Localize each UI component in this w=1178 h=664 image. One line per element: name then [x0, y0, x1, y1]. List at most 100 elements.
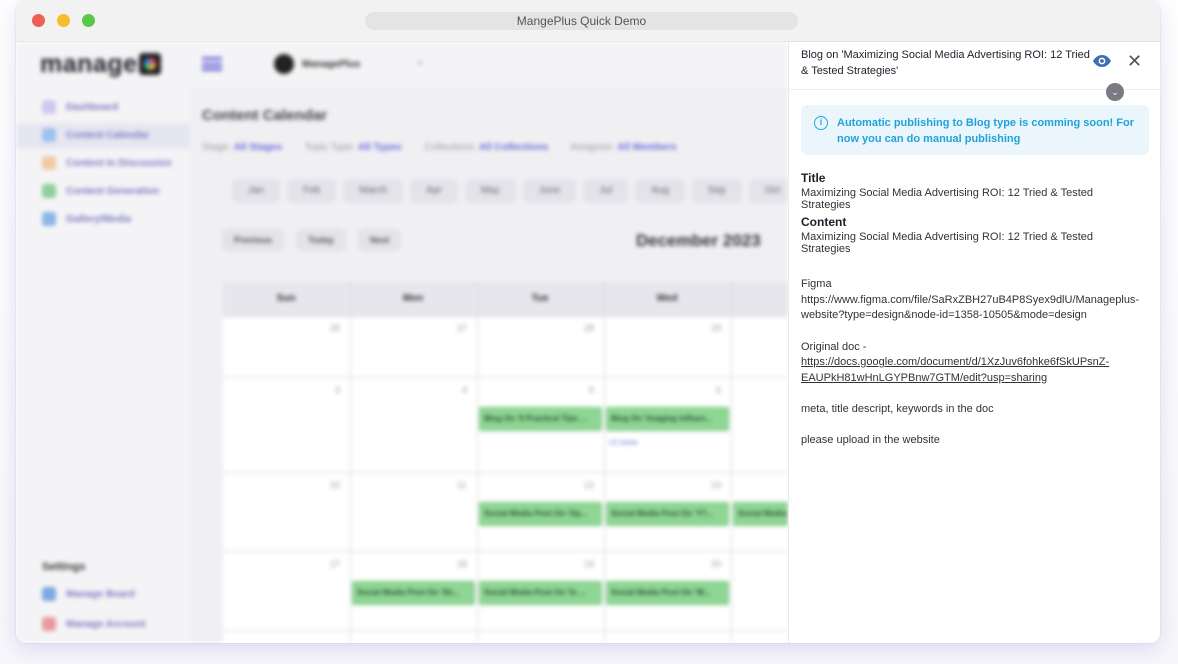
- month-button[interactable]: Sep: [691, 179, 742, 203]
- day-number: 13: [711, 480, 722, 490]
- topic-type-filter[interactable]: All Types: [358, 142, 402, 153]
- filter-label: Topic Type:: [304, 142, 356, 153]
- main-content: Content Calendar Stage: All Stages Topic…: [190, 88, 788, 643]
- month-button[interactable]: Aug: [635, 179, 685, 203]
- doc-link[interactable]: https://docs.google.com/document/d/1XzJu…: [801, 354, 1141, 370]
- more-events-link[interactable]: +2 more: [608, 438, 638, 447]
- day-name: Sun: [276, 293, 296, 304]
- sidebar-item-content-calendar[interactable]: Content Calendar: [16, 123, 190, 149]
- minimize-window-button[interactable]: [57, 14, 70, 27]
- doc-link[interactable]: EAUPkH81wHnLGYPBnw7GTM/edit?usp=sharing: [801, 370, 1141, 386]
- filter-label: Assignee:: [570, 142, 615, 153]
- calendar-event[interactable]: Social Media Post On 'Sh...: [352, 581, 475, 605]
- page-title: Content Calendar: [202, 107, 328, 124]
- generation-icon: [42, 184, 56, 198]
- calendar-event[interactable]: Social Media Post On 'In ...: [479, 581, 602, 605]
- sidebar-item-content-in-discussion[interactable]: Content In Discussion: [16, 151, 190, 177]
- current-month: December 2023: [636, 231, 761, 250]
- calendar-event[interactable]: Social Media Post On 'W...: [606, 581, 729, 605]
- window-title: MangePlus Quick Demo: [365, 12, 798, 30]
- maximize-window-button[interactable]: [82, 14, 95, 27]
- gallery-icon: [42, 212, 56, 226]
- month-button[interactable]: Oct: [748, 179, 788, 203]
- alert-text: Automatic publishing to Blog type is com…: [837, 117, 1134, 145]
- calendar-event[interactable]: Blog On '6 Practical Tips ...: [479, 407, 602, 431]
- month-button[interactable]: Feb: [287, 179, 337, 203]
- grid-line: [223, 551, 788, 552]
- day-number: 10: [330, 480, 341, 490]
- title-label: Title: [801, 171, 826, 185]
- month-button[interactable]: May: [464, 179, 516, 203]
- month-button[interactable]: March: [343, 179, 404, 203]
- grid-line: [477, 282, 478, 643]
- board-icon: [42, 587, 56, 601]
- sidebar-item-dashboard[interactable]: Dashboard: [16, 95, 190, 121]
- browser-window: MangePlus Quick Demo manage Dashboard Co…: [16, 0, 1160, 643]
- chevron-down-icon[interactable]: ⌄: [416, 56, 424, 67]
- eye-icon-graphic: [1093, 55, 1111, 67]
- calendar-event[interactable]: Social Media: [733, 502, 788, 526]
- eye-icon[interactable]: [1091, 53, 1113, 69]
- settings-title: Settings: [42, 561, 86, 573]
- dashboard-icon: [42, 100, 56, 114]
- calendar-event[interactable]: Blog On 'Imaging Influen...: [606, 407, 729, 431]
- workspace-selector[interactable]: ManagePlus: [302, 59, 360, 70]
- close-icon[interactable]: ✕: [1127, 51, 1142, 71]
- doc-label: Original doc -: [801, 341, 867, 353]
- sidebar-item-label: Content Generation: [66, 186, 160, 197]
- sidebar-item-manage-board[interactable]: Manage Board: [16, 582, 190, 608]
- day-number: 27: [457, 323, 468, 333]
- stage-filter[interactable]: All Stages: [234, 142, 282, 153]
- panel-title: Blog on 'Maximizing Social Media Adverti…: [801, 49, 1090, 77]
- day-name: Tue: [531, 293, 549, 304]
- close-window-button[interactable]: [32, 14, 45, 27]
- month-button[interactable]: Jul: [583, 179, 629, 203]
- title-bar: MangePlus Quick Demo: [16, 0, 1160, 42]
- logo: manage: [40, 50, 162, 79]
- grid-line: [223, 472, 788, 473]
- sidebar: manage Dashboard Content Calendar Conten…: [16, 42, 190, 643]
- filter-label: Stage:: [202, 142, 231, 153]
- day-number: 26: [330, 323, 341, 333]
- calendar-header: Sun Mon Tue Wed: [223, 282, 788, 316]
- menu-icon[interactable]: [202, 57, 222, 71]
- day-number: 29: [711, 323, 722, 333]
- sidebar-item-manage-account[interactable]: Manage Account: [16, 612, 190, 638]
- grid-line: [731, 282, 732, 643]
- calendar-grid: Sun Mon Tue Wed 26 27 28 29 3 4 5 6 10 1…: [223, 282, 788, 643]
- month-button[interactable]: Apr: [410, 179, 458, 203]
- sidebar-item-label: Gallery/Media: [66, 214, 132, 225]
- calendar-icon: [42, 128, 56, 142]
- day-number: 3: [335, 385, 341, 395]
- day-number: 12: [584, 480, 595, 490]
- sidebar-item-label: Manage Board: [66, 589, 135, 600]
- logo-mark-icon: [139, 53, 162, 75]
- grid-line: [604, 282, 605, 643]
- calendar-event[interactable]: Social Media Post On 'Op...: [479, 502, 602, 526]
- day-number: 18: [457, 559, 468, 569]
- calendar-event[interactable]: Social Media Post On 'Y7...: [606, 502, 729, 526]
- sidebar-item-gallery-media[interactable]: Gallery/Media: [16, 207, 190, 233]
- month-button[interactable]: Jan: [232, 179, 281, 203]
- grid-line: [350, 282, 351, 643]
- filter-label: Collections:: [424, 142, 477, 153]
- collections-filter[interactable]: All Collections: [479, 142, 548, 153]
- chevron-down-icon[interactable]: ⌄: [1106, 83, 1124, 101]
- sidebar-item-content-generation[interactable]: Content Generation: [16, 179, 190, 205]
- figma-url: https://www.figma.com/file/SaRxZBH27uB4P…: [801, 294, 1140, 306]
- month-button[interactable]: June: [522, 179, 577, 203]
- day-name: Wed: [656, 293, 678, 304]
- day-name: Mon: [402, 293, 424, 304]
- grid-line: [223, 377, 788, 378]
- today-button[interactable]: Today: [296, 229, 346, 251]
- meta-note: meta, title descript, keywords in the do…: [801, 403, 994, 415]
- top-bar: ManagePlus ⌄: [190, 42, 788, 88]
- next-button[interactable]: Next: [357, 229, 402, 251]
- figma-url: website?type=design&node-id=1358-10505&m…: [801, 309, 1087, 321]
- previous-button[interactable]: Previous: [222, 229, 285, 251]
- grid-line: [223, 316, 788, 317]
- assignee-filter[interactable]: All Members: [617, 142, 676, 153]
- figma-label: Figma: [801, 278, 832, 290]
- info-alert: i Automatic publishing to Blog type is c…: [801, 105, 1149, 155]
- day-number: 17: [330, 559, 341, 569]
